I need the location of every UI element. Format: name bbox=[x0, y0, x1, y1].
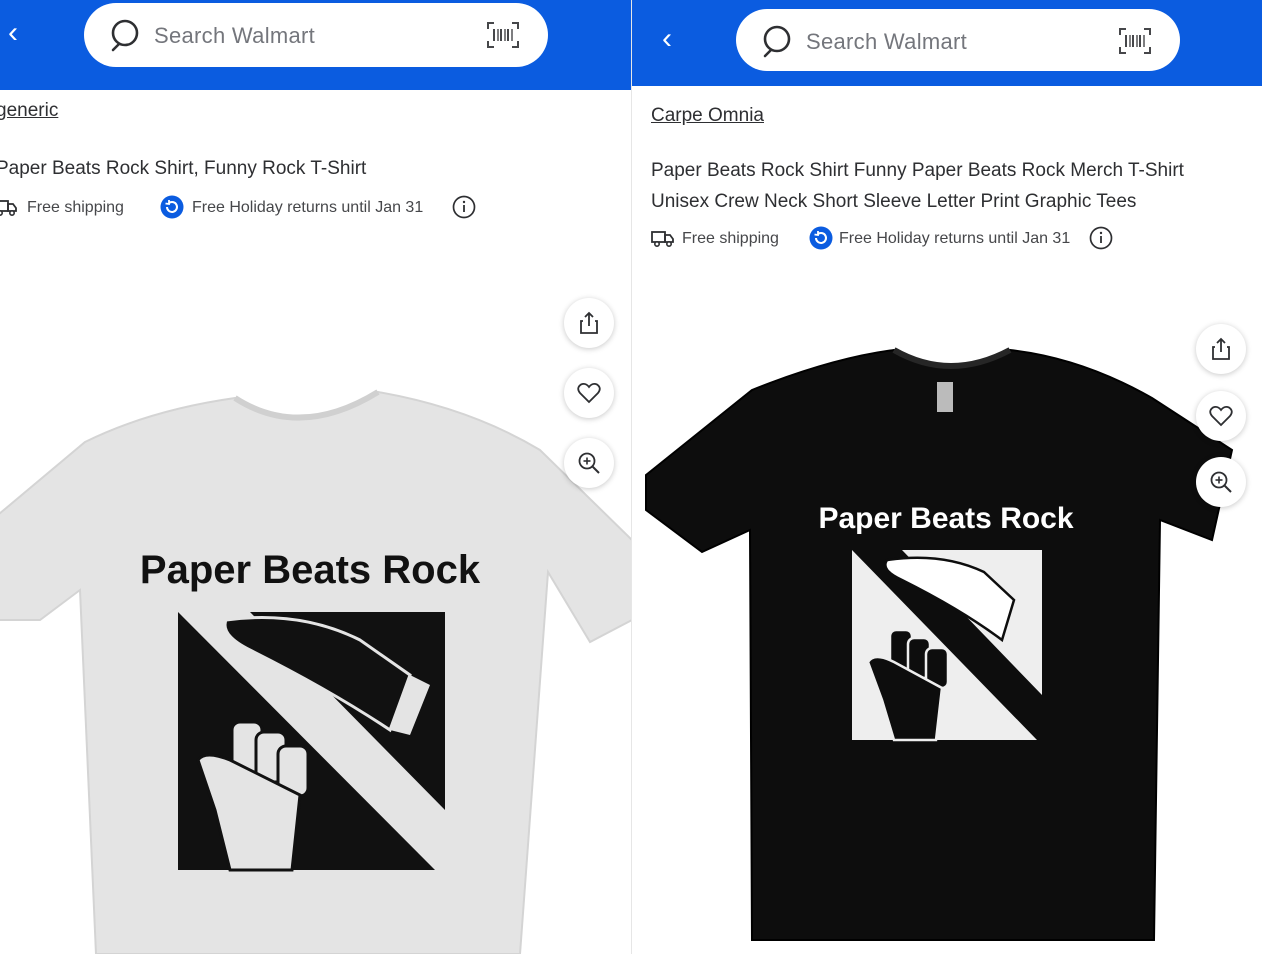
free-shipping-text: Free shipping bbox=[682, 230, 779, 247]
share-icon bbox=[580, 311, 598, 334]
free-shipping-text: Free shipping bbox=[27, 199, 124, 216]
search-icon bbox=[111, 19, 139, 52]
product-title-line: Paper Beats Rock Shirt, Funny Rock T-Shi… bbox=[0, 158, 367, 179]
share-icon bbox=[1212, 337, 1230, 360]
zoom-button[interactable] bbox=[564, 438, 614, 488]
returns-text: Free Holiday returns until Jan 31 bbox=[192, 199, 424, 216]
product-title: Paper Beats Rock Shirt, Funny Rock T-Shi… bbox=[0, 153, 616, 184]
header-bar: ‹ Search Walmart bbox=[0, 0, 632, 90]
shirt-tag bbox=[937, 382, 953, 412]
zoom-icon bbox=[578, 452, 600, 474]
barcode-scan-icon[interactable] bbox=[1118, 27, 1152, 55]
favorite-button[interactable] bbox=[564, 368, 614, 418]
search-bar[interactable]: Search Walmart bbox=[736, 9, 1180, 71]
product-title: Paper Beats Rock Shirt Funny Paper Beats… bbox=[651, 155, 1241, 217]
barcode-scan-icon[interactable] bbox=[486, 21, 520, 49]
returns-icon bbox=[160, 195, 184, 219]
zoom-button[interactable] bbox=[1196, 457, 1246, 507]
search-bar[interactable]: Search Walmart bbox=[84, 3, 548, 67]
info-icon[interactable] bbox=[1089, 226, 1113, 250]
search-placeholder: Search Walmart bbox=[154, 23, 316, 48]
product-title-line: Unisex Crew Neck Short Sleeve Letter Pri… bbox=[651, 191, 1137, 212]
search-icon bbox=[763, 25, 791, 58]
back-icon[interactable]: ‹ bbox=[8, 18, 18, 48]
shirt-print-text: Paper Beats Rock bbox=[818, 502, 1073, 535]
info-icon[interactable] bbox=[452, 195, 476, 219]
returns-text: Free Holiday returns until Jan 31 bbox=[839, 230, 1071, 247]
seller-link[interactable]: generic bbox=[0, 100, 58, 122]
right-product-page: ‹ Search Walmart Carpe Omnia Paper Beats… bbox=[632, 0, 1262, 954]
search-placeholder: Search Walmart bbox=[806, 29, 968, 54]
product-image[interactable]: Paper Beats Rock bbox=[632, 290, 1262, 954]
heart-icon bbox=[1209, 406, 1233, 427]
truck-icon bbox=[0, 200, 17, 217]
zoom-icon bbox=[1210, 471, 1232, 493]
product-title-line: Paper Beats Rock Shirt Funny Paper Beats… bbox=[651, 160, 1184, 181]
heart-icon bbox=[577, 383, 601, 404]
product-image[interactable]: Paper Beats Rock bbox=[0, 290, 632, 954]
back-icon[interactable]: ‹ bbox=[662, 24, 672, 54]
truck-icon bbox=[651, 231, 674, 248]
left-product-page: ‹ Search Walmart generic Paper Beats Roc… bbox=[0, 0, 632, 954]
share-button[interactable] bbox=[564, 298, 614, 348]
shirt-print-text: Paper Beats Rock bbox=[140, 548, 481, 592]
returns-icon bbox=[809, 226, 833, 250]
favorite-button[interactable] bbox=[1196, 391, 1246, 441]
header-bar: ‹ Search Walmart bbox=[632, 0, 1262, 86]
share-button[interactable] bbox=[1196, 324, 1246, 374]
seller-link[interactable]: Carpe Omnia bbox=[651, 105, 764, 127]
